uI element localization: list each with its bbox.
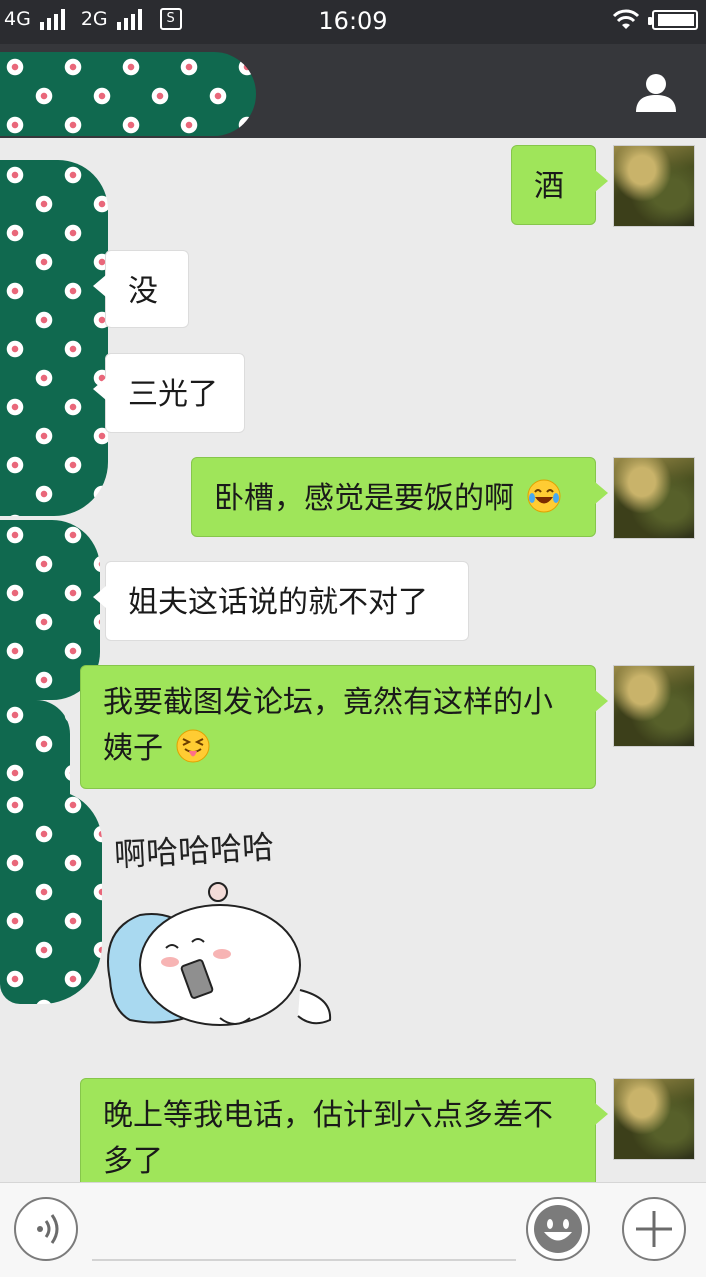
tongue-out-emoji xyxy=(176,729,210,763)
message-text: 酒 xyxy=(534,169,564,204)
message-text: 姐夫这话说的就不对了 xyxy=(128,585,428,620)
floral-decoration xyxy=(0,160,108,516)
hamster-icon xyxy=(107,882,332,1026)
message-text: 三光了 xyxy=(128,377,218,412)
floral-decoration xyxy=(0,790,102,1004)
avatar[interactable] xyxy=(613,1078,695,1160)
message-text: 卧槽，感觉是要饭的啊 xyxy=(214,481,514,516)
input-bar xyxy=(0,1182,706,1277)
message-bubble-incoming[interactable]: 没 xyxy=(93,250,189,328)
wifi-icon xyxy=(612,9,640,29)
laughing-tears-emoji xyxy=(527,479,561,513)
battery-icon xyxy=(648,10,698,30)
message-bubble-outgoing[interactable]: 卧槽，感觉是要饭的啊 xyxy=(191,457,608,537)
message-input[interactable] xyxy=(92,1207,516,1261)
emoji-button[interactable] xyxy=(526,1197,590,1261)
hamster-sticker[interactable]: 啊哈哈哈哈 xyxy=(100,820,340,1040)
message-text: 没 xyxy=(128,274,158,309)
status-right xyxy=(612,9,698,31)
status-bar: 4G 2G S 16:09 xyxy=(0,0,706,44)
message-bubble-incoming[interactable]: 姐夫这话说的就不对了 xyxy=(93,561,469,641)
more-button[interactable] xyxy=(622,1197,686,1261)
avatar[interactable] xyxy=(613,145,695,227)
voice-button[interactable] xyxy=(14,1197,78,1261)
message-bubble-outgoing[interactable]: 我要截图发论坛，竟然有这样的小 姨子 xyxy=(80,665,608,789)
message-bubble-outgoing[interactable]: 酒 xyxy=(511,145,608,225)
status-time: 16:09 xyxy=(318,7,388,35)
sticker-caption: 啊哈哈哈哈 xyxy=(113,827,276,875)
smiley-icon xyxy=(534,1205,582,1253)
message-text-line: 晚上等我电话，估计到六点多差不 xyxy=(103,1098,553,1133)
avatar[interactable] xyxy=(613,457,695,539)
message-text-line-2: 姨子 xyxy=(103,726,573,772)
back-button-floral[interactable] xyxy=(0,52,256,136)
message-text-line: 我要截图发论坛，竟然有这样的小 xyxy=(103,685,553,720)
voice-icon xyxy=(37,1214,59,1244)
message-bubble-incoming[interactable]: 三光了 xyxy=(93,353,245,433)
message-text-line-2: 多了 xyxy=(103,1144,163,1179)
person-icon[interactable] xyxy=(634,70,678,114)
plus-icon xyxy=(636,1211,672,1247)
avatar[interactable] xyxy=(613,665,695,747)
